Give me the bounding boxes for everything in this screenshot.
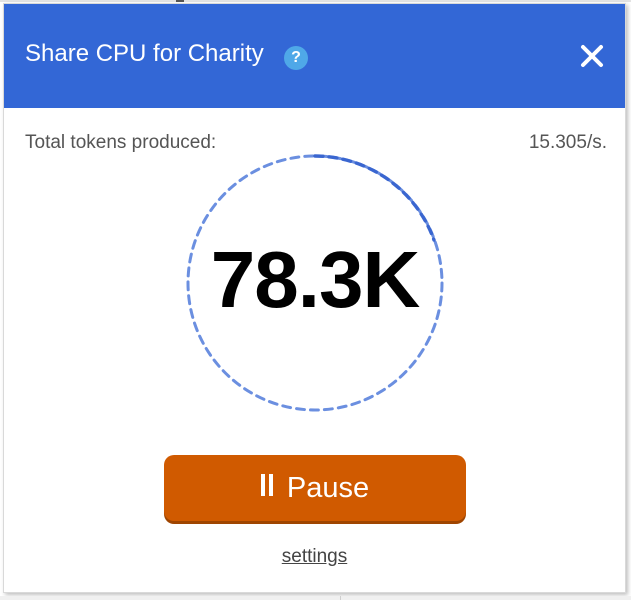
- popup-header: Share CPU for Charity ?: [4, 4, 625, 108]
- close-icon[interactable]: [575, 39, 609, 73]
- page-bottom-border: [0, 596, 631, 600]
- pause-icon: [260, 454, 277, 520]
- page-top-border: [0, 0, 631, 2]
- page-bottom-notch: [340, 596, 341, 600]
- popup-title: Share CPU for Charity: [25, 40, 264, 67]
- charity-popup: Share CPU for Charity ? Total tokens pro…: [3, 3, 626, 593]
- help-icon[interactable]: ?: [284, 46, 308, 70]
- pause-button[interactable]: Pause: [164, 455, 466, 521]
- pause-button-label: Pause: [286, 472, 370, 504]
- token-count: 78.3K: [210, 235, 420, 324]
- page-top-mark: [176, 0, 184, 2]
- token-rate: 15.305/s.: [528, 132, 607, 153]
- settings-link[interactable]: settings: [4, 545, 625, 569]
